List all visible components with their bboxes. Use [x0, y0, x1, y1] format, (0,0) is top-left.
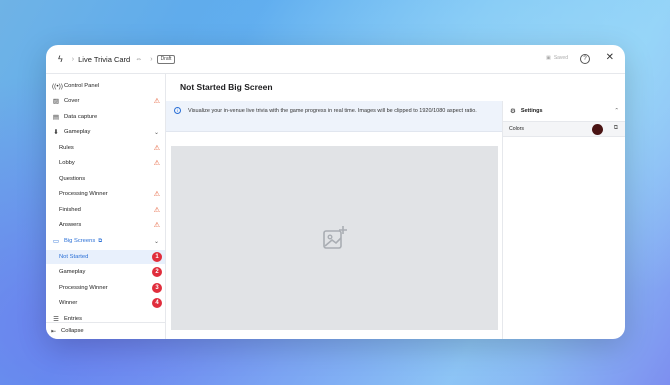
sidebar: ((•)) Control Panel ▨ Cover ⚠ ▤ Data cap… — [46, 74, 166, 339]
chevron-right-icon: › — [150, 55, 153, 63]
save-icon: ▣ — [546, 55, 551, 61]
colors-row: Colors ⧉ — [503, 121, 625, 137]
colors-label: Colors — [509, 126, 524, 132]
sidebar-item-control-panel[interactable]: ((•)) Control Panel — [46, 79, 165, 93]
collapse-button[interactable]: ⇤ Collapse — [46, 322, 165, 339]
copy-icon[interactable]: ⧉ — [614, 125, 618, 132]
add-image-icon — [323, 226, 347, 249]
collapse-icon: ⇤ — [51, 328, 57, 335]
step-badge: 3 — [152, 283, 162, 293]
warning-icon: ⚠ — [153, 145, 160, 152]
warning-icon: ⚠ — [153, 222, 160, 229]
close-button[interactable]: ✕ — [606, 53, 614, 63]
sidebar-item-big-screens[interactable]: ▭ Big Screens ⧉ ⌄ — [46, 234, 165, 248]
saved-label: Saved — [553, 55, 568, 61]
step-badge: 1 — [152, 252, 162, 262]
swap-icon[interactable]: ⇔ — [135, 56, 142, 63]
screen-preview[interactable] — [171, 146, 498, 330]
broadcast-icon: ((•)) — [52, 82, 63, 90]
image-icon: ▨ — [52, 98, 60, 105]
sidebar-item-lobby[interactable]: Lobby ⚠ — [46, 156, 165, 170]
step-badge: 4 — [152, 298, 162, 308]
sidebar-item-finished[interactable]: Finished ⚠ — [46, 203, 165, 217]
monitor-icon: ▭ — [52, 238, 60, 245]
card-name[interactable]: Live Trivia Card — [78, 55, 130, 64]
sidebar-item-processing-winner-screen[interactable]: Processing Winner 3 — [46, 281, 165, 295]
warning-icon: ⚠ — [153, 160, 160, 167]
warning-icon: ⚠ — [153, 191, 160, 198]
warning-icon: ⚠ — [153, 98, 160, 105]
help-button[interactable]: ? — [580, 54, 590, 64]
gear-icon: ⚙ — [510, 107, 516, 115]
app-window: ϟ › Live Trivia Card ⇔ › Draft ▣ Saved ?… — [46, 45, 625, 339]
color-swatch[interactable] — [592, 124, 603, 135]
main-content: Not Started Big Screen i Visualize your … — [166, 74, 625, 339]
chevron-down-icon[interactable]: ⌄ — [154, 129, 159, 136]
info-banner: i Visualize your in-venue live trivia wi… — [166, 101, 503, 132]
chevron-up-icon[interactable]: ⌃ — [614, 108, 619, 114]
step-badge: 2 — [152, 267, 162, 277]
chevron-right-icon: › — [71, 55, 75, 63]
sidebar-item-cover[interactable]: ▨ Cover ⚠ — [46, 94, 165, 108]
info-text: Visualize your in-venue live trivia with… — [188, 108, 477, 114]
page-title: Not Started Big Screen — [180, 82, 273, 92]
settings-panel: ⚙ Settings ⌃ Colors ⧉ — [502, 101, 625, 339]
info-icon: i — [174, 107, 181, 114]
warning-icon: ⚠ — [153, 207, 160, 214]
chevron-down-icon[interactable]: ⌄ — [154, 238, 159, 245]
sidebar-item-rules[interactable]: Rules ⚠ — [46, 141, 165, 155]
form-icon: ▤ — [52, 114, 60, 121]
sidebar-item-data-capture[interactable]: ▤ Data capture — [46, 110, 165, 124]
top-bar: ϟ › Live Trivia Card ⇔ › Draft — [46, 45, 625, 74]
sidebar-item-answers[interactable]: Answers ⚠ — [46, 218, 165, 232]
external-link-icon[interactable]: ⧉ — [98, 238, 102, 244]
sidebar-item-gameplay-screen[interactable]: Gameplay 2 — [46, 265, 165, 279]
sidebar-item-gameplay[interactable]: ⬇ Gameplay ⌄ — [46, 125, 165, 139]
saved-indicator: ▣ Saved — [546, 55, 568, 61]
sidebar-item-winner[interactable]: Winner 4 — [46, 296, 165, 310]
gamepad-icon: ⬇ — [53, 129, 59, 136]
bolt-icon: ϟ — [58, 54, 63, 64]
sidebar-item-not-started[interactable]: Not Started 1 — [46, 250, 165, 264]
sidebar-item-questions[interactable]: Questions — [46, 172, 165, 186]
status-badge: Draft — [156, 54, 176, 64]
settings-header[interactable]: ⚙ Settings ⌃ — [503, 101, 625, 120]
sidebar-item-processing-winner[interactable]: Processing Winner ⚠ — [46, 187, 165, 201]
